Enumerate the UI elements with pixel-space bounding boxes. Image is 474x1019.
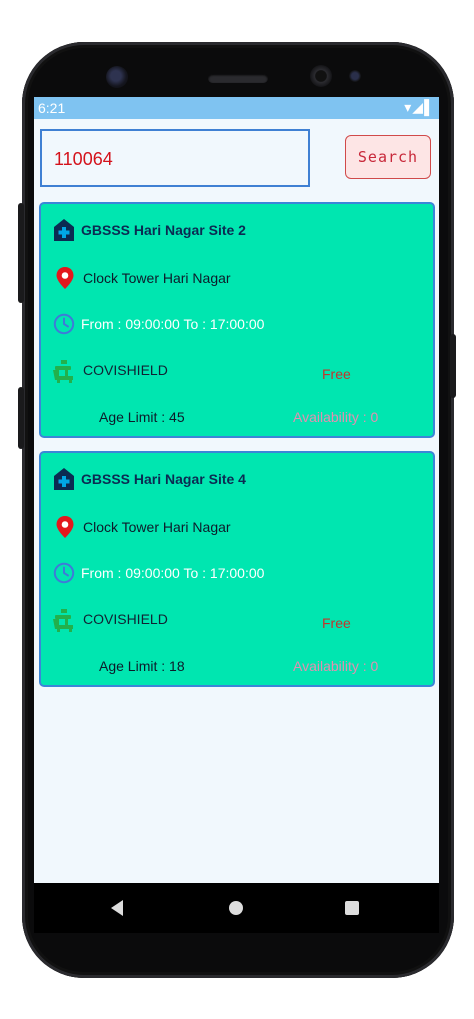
- search-button[interactable]: Search: [345, 135, 431, 179]
- hospital-icon: [53, 218, 75, 242]
- center-timing: From : 09:00:00 To : 17:00:00: [81, 316, 265, 332]
- sensor-icon: [310, 65, 332, 87]
- earpiece-speaker: [208, 74, 268, 83]
- age-limit: Age Limit : 45: [99, 409, 185, 425]
- power-button: [450, 334, 456, 398]
- home-icon[interactable]: [229, 901, 243, 915]
- center-address: Clock Tower Hari Nagar: [83, 519, 231, 535]
- location-pin-icon: [55, 266, 77, 290]
- volume-up-button: [18, 203, 24, 303]
- center-card[interactable]: GBSSS Hari Nagar Site 2 Clock Tower Hari…: [39, 202, 435, 438]
- center-address: Clock Tower Hari Nagar: [83, 270, 231, 286]
- status-time: 6:21: [38, 100, 66, 116]
- age-limit: Age Limit : 18: [99, 658, 185, 674]
- app-screen: 6:21 ▾◢▌ 110064 Search GBSSS Hari Nagar …: [34, 97, 439, 933]
- clock-icon: [53, 561, 75, 585]
- status-icons: ▾◢▌: [404, 99, 435, 115]
- availability: Availability : 0: [293, 409, 379, 425]
- center-timing: From : 09:00:00 To : 17:00:00: [81, 565, 265, 581]
- back-icon[interactable]: [111, 900, 123, 916]
- vaccine-chair-icon: [51, 358, 77, 383]
- center-card[interactable]: GBSSS Hari Nagar Site 4 Clock Tower Hari…: [39, 451, 435, 687]
- status-bar: 6:21 ▾◢▌: [34, 97, 439, 119]
- availability: Availability : 0: [293, 658, 379, 674]
- system-nav-bar: [34, 883, 439, 933]
- fee-type: Free: [322, 366, 351, 382]
- volume-down-button: [18, 387, 24, 449]
- recent-apps-icon[interactable]: [345, 901, 359, 915]
- front-camera-icon: [106, 66, 128, 88]
- center-name: GBSSS Hari Nagar Site 4: [81, 471, 246, 487]
- clock-icon: [53, 312, 75, 336]
- pincode-search-input[interactable]: 110064: [40, 129, 310, 187]
- proximity-sensor-icon: [349, 70, 361, 82]
- fee-type: Free: [322, 615, 351, 631]
- location-pin-icon: [55, 515, 77, 539]
- vaccine-chair-icon: [51, 607, 77, 632]
- vaccine-name: COVISHIELD: [83, 362, 168, 378]
- hospital-icon: [53, 467, 75, 491]
- center-name: GBSSS Hari Nagar Site 2: [81, 222, 246, 238]
- vaccine-name: COVISHIELD: [83, 611, 168, 627]
